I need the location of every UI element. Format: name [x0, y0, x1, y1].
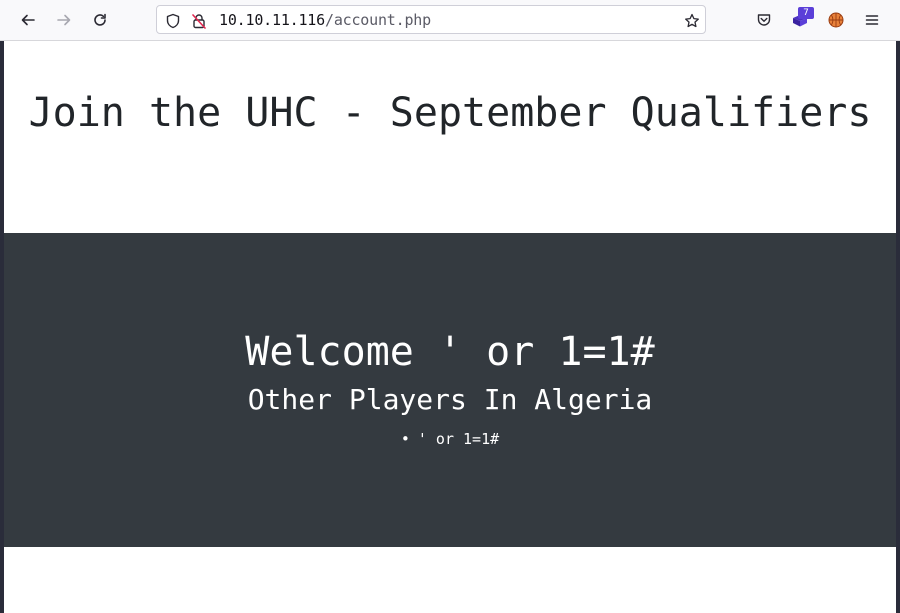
address-bar[interactable]: 10.10.11.116/account.php [156, 5, 706, 34]
reload-button[interactable] [86, 6, 114, 34]
desktop-edge-right [896, 41, 900, 613]
profile-button[interactable] [822, 6, 850, 34]
back-button[interactable] [14, 6, 42, 34]
hamburger-menu-icon [865, 15, 879, 25]
extension-badge: 7 [798, 7, 814, 19]
reload-icon [94, 13, 106, 26]
list-item: ' or 1=1# [4, 429, 896, 449]
forward-button[interactable] [50, 6, 78, 34]
forward-arrow-icon [57, 14, 71, 26]
menu-button[interactable] [858, 6, 886, 34]
welcome-section: Welcome ' or 1=1# Other Players In Alger… [4, 233, 896, 547]
back-arrow-icon [21, 14, 35, 26]
page-content: Join the UHC - September Qualifiers Welc… [4, 41, 896, 613]
browser-window: 10.10.11.116/account.php 7 Join the UHC … [0, 0, 900, 613]
shield-icon[interactable] [164, 12, 182, 30]
url-text[interactable]: 10.10.11.116/account.php [219, 11, 431, 29]
url-path: /account.php [324, 11, 431, 29]
url-host: 10.10.11.116 [219, 11, 325, 29]
basketball-icon [828, 12, 844, 28]
pocket-button[interactable] [750, 6, 778, 34]
welcome-heading: Welcome ' or 1=1# [245, 329, 655, 375]
browser-toolbar: 10.10.11.116/account.php 7 [0, 0, 900, 41]
star-icon[interactable] [683, 12, 701, 30]
insecure-lock-icon[interactable] [190, 12, 208, 30]
player-list: ' or 1=1# [4, 429, 896, 449]
players-subtitle: Other Players In Algeria [247, 383, 653, 416]
page-title: Join the UHC - September Qualifiers [28, 90, 872, 136]
pocket-icon [757, 14, 771, 26]
